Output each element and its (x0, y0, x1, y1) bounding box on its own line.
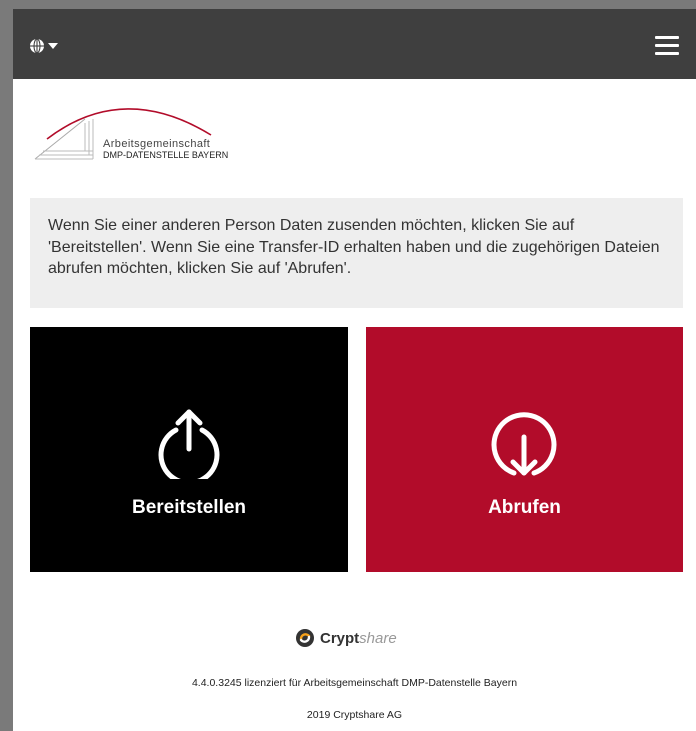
download-label: Abrufen (488, 497, 561, 518)
upload-tile-button[interactable]: Bereitstellen (30, 327, 348, 572)
top-navigation-bar (13, 9, 696, 79)
info-message: Wenn Sie einer anderen Person Daten zuse… (30, 198, 683, 308)
language-selector[interactable] (29, 35, 65, 57)
copyright-text: 2019 Cryptshare AG (306, 709, 403, 721)
globe-icon (30, 38, 44, 54)
brand-name-bold: Crypt (320, 629, 360, 647)
download-tile-button[interactable]: Abrufen (366, 327, 683, 572)
cryptshare-brand: Cryptshare (295, 627, 435, 649)
hamburger-menu-icon[interactable] (641, 34, 683, 58)
upload-label: Bereitstellen (131, 497, 247, 518)
company-logo: Arbeitsgemeinschaft DMP-DATENSTELLE BAYE… (33, 95, 263, 165)
brand-name-light: share (359, 629, 397, 647)
app-frame: Arbeitsgemeinschaft DMP-DATENSTELLE BAYE… (13, 9, 696, 731)
license-text: 4.4.0.3245 lizenziert für Arbeitsgemeins… (191, 677, 518, 689)
cryptshare-logo-icon (296, 629, 314, 647)
caret-down-icon (48, 43, 58, 49)
upload-arrow-icon (158, 409, 220, 479)
logo-line-1: Arbeitsgemeinschaft (103, 138, 211, 150)
logo-line-2: DMP-DATENSTELLE BAYERN (103, 150, 229, 160)
download-arrow-icon (491, 412, 557, 476)
